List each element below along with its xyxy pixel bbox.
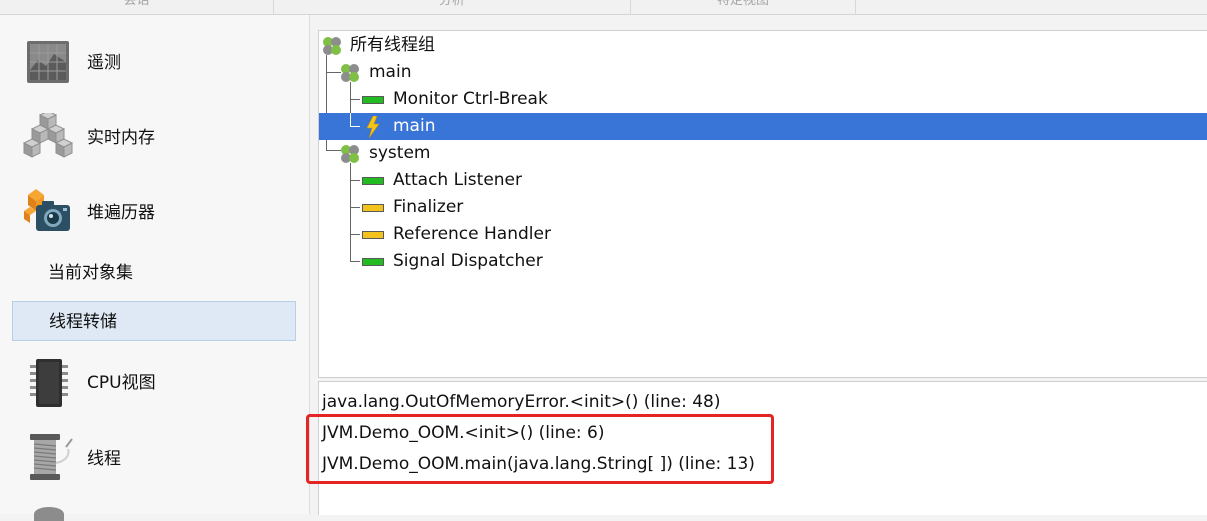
sidebar-item-cpu-view[interactable]: CPU视图: [0, 353, 309, 413]
sidebar-item-heap-walker[interactable]: 堆遍历器: [0, 183, 309, 243]
tree-connector: [350, 113, 351, 127]
tree-row-label: main: [369, 62, 412, 82]
sidebar-subitem-current-object-set[interactable]: 当前对象集: [12, 253, 296, 293]
annotation-highlight-box: [306, 414, 774, 484]
tab-analysis[interactable]: 分析: [274, 0, 630, 14]
thread-group-icon: [323, 37, 341, 55]
tab-divider: [855, 0, 856, 14]
telemetry-icon: [27, 41, 69, 83]
tree-connector: [350, 126, 360, 127]
sidebar-item-threads[interactable]: 线程: [0, 428, 309, 488]
tree-row-label: Monitor Ctrl-Break: [393, 89, 548, 109]
sidebar-subitem-label: 当前对象集: [48, 263, 133, 283]
thread-state-running-icon: [362, 258, 384, 266]
sidebar-subitem-thread-dump[interactable]: 线程转储: [12, 301, 296, 341]
tree-row-thread[interactable]: Attach Listener: [319, 167, 1207, 194]
tree-row-thread-selected[interactable]: main: [319, 113, 1207, 140]
sidebar-item-live-memory[interactable]: 实时内存: [0, 108, 309, 168]
sidebar-item-label: 线程: [87, 449, 121, 469]
thread-state-running-icon: [362, 177, 384, 185]
tree-row-thread[interactable]: Monitor Ctrl-Break: [319, 86, 1207, 113]
thread-group-icon: [341, 64, 359, 82]
tree-row-root[interactable]: 所有线程组: [319, 32, 1207, 59]
sidebar-item-label: CPU视图: [87, 373, 156, 393]
live-memory-icon: [22, 113, 74, 158]
sidebar: 遥测 实时内存 堆遍历器 当前对象集 线程转储 CPU视图 线程: [0, 15, 310, 521]
tree-row-group-main[interactable]: main: [319, 59, 1207, 86]
view-tab-strip: 会话 分析 特定视图: [0, 0, 1207, 15]
sidebar-subitem-label: 线程转储: [49, 312, 117, 332]
sidebar-item-label: 遥测: [87, 53, 121, 73]
next-sidebar-icon-partial: [34, 507, 64, 521]
tree-row-group-system[interactable]: system: [319, 140, 1207, 167]
thread-tree-panel: 所有线程组 main Monitor Ctrl-Break main syste…: [318, 30, 1207, 378]
tree-row-label: Attach Listener: [393, 170, 523, 190]
thread-state-waiting-icon: [362, 231, 384, 239]
tree-row-thread[interactable]: Signal Dispatcher: [319, 248, 1207, 275]
tree-row-label: system: [369, 143, 431, 163]
sidebar-item-label: 实时内存: [87, 128, 155, 148]
tree-row-label: 所有线程组: [350, 35, 435, 55]
tree-row-label: Finalizer: [393, 197, 464, 217]
stack-frame[interactable]: java.lang.OutOfMemoryError.<init>() (lin…: [322, 391, 721, 413]
tab-specific-view[interactable]: 特定视图: [631, 0, 855, 14]
cpu-icon: [30, 359, 68, 407]
sidebar-item-telemetry[interactable]: 遥测: [0, 35, 309, 95]
tree-row-thread[interactable]: Finalizer: [319, 194, 1207, 221]
tree-row-thread[interactable]: Reference Handler: [319, 221, 1207, 248]
thread-state-waiting-icon: [362, 204, 384, 212]
thread-state-running-icon: [362, 96, 384, 104]
tree-row-label: Signal Dispatcher: [393, 251, 543, 271]
tab-session[interactable]: 会话: [0, 0, 273, 14]
threads-icon: [30, 434, 73, 480]
lightning-icon: [366, 116, 380, 138]
tree-row-label: Reference Handler: [393, 224, 551, 244]
sidebar-item-label: 堆遍历器: [87, 203, 155, 223]
thread-group-icon: [341, 145, 359, 163]
heap-walker-icon: [24, 189, 70, 231]
tree-row-label: main: [393, 116, 436, 136]
